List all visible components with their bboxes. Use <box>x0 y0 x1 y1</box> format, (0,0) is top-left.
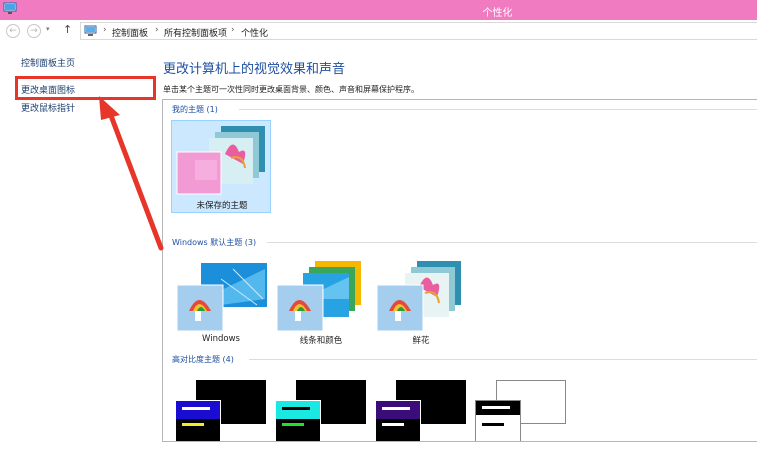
theme-high-contrast-white[interactable] <box>471 370 571 441</box>
windows-theme-preview <box>176 263 267 331</box>
link-control-panel-home[interactable]: 控制面板主页 <box>21 56 75 69</box>
page-description: 单击某个主题可一次性同时更改桌面背景、颜色、声音和屏幕保护程序。 <box>163 85 419 94</box>
theme-high-contrast-3[interactable] <box>371 370 471 441</box>
theme-windows-label: Windows <box>202 334 240 344</box>
group-divider <box>249 359 757 360</box>
hc2-window-preview <box>275 400 321 441</box>
annotation-highlight-box <box>15 76 156 100</box>
group-divider <box>239 109 757 110</box>
hc4-window-preview <box>475 400 521 441</box>
group-high-contrast-label: 高对比度主题 (4) <box>172 355 234 364</box>
theme-unsaved[interactable]: 未保存的主题 <box>171 120 271 213</box>
link-change-mouse-pointers[interactable]: 更改鼠标指针 <box>21 101 75 114</box>
title-bar: 个性化 <box>0 0 757 20</box>
theme-flowers[interactable]: 鲜花 <box>371 255 471 347</box>
theme-unsaved-label: 未保存的主题 <box>196 201 248 211</box>
forward-button[interactable]: → <box>27 24 41 38</box>
breadcrumb-personalization[interactable]: 个性化 <box>241 26 268 39</box>
flowers-theme-preview <box>376 261 461 331</box>
theme-high-contrast-1[interactable] <box>171 370 271 441</box>
theme-lines-and-colors[interactable]: 线条和颜色 <box>271 255 371 347</box>
breadcrumb-separator: › <box>155 25 159 35</box>
window-title: 个性化 <box>482 8 513 19</box>
group-my-themes-label: 我的主题 (1) <box>172 105 218 114</box>
theme-windows[interactable]: Windows <box>171 255 271 347</box>
group-divider <box>267 242 757 243</box>
page-title: 更改计算机上的视觉效果和声音 <box>163 62 346 77</box>
breadcrumb-separator: › <box>231 25 235 35</box>
hc3-window-preview <box>375 400 421 441</box>
unsaved-theme-preview <box>176 126 265 195</box>
hc1-window-preview <box>175 400 221 441</box>
back-button[interactable]: ← <box>6 24 20 38</box>
breadcrumb-control-panel[interactable]: 控制面板 <box>112 26 148 39</box>
group-windows-default-label: Windows 默认主题 (3) <box>172 238 257 247</box>
breadcrumb-separator: › <box>103 25 107 35</box>
recent-locations-dropdown[interactable]: ▾ <box>46 25 50 33</box>
theme-high-contrast-2[interactable] <box>271 370 371 441</box>
navigation-bar: ← → ▾ ↑ › 控制面板 › 所有控制面板项 › 个性化 <box>0 20 757 42</box>
control-panel-icon <box>84 25 97 36</box>
up-button[interactable]: ↑ <box>63 23 72 36</box>
breadcrumb-all-items[interactable]: 所有控制面板项 <box>164 26 227 39</box>
theme-lines-and-colors-label: 线条和颜色 <box>299 336 343 346</box>
lines-and-colors-preview <box>276 261 361 331</box>
address-bar[interactable]: › 控制面板 › 所有控制面板项 › 个性化 <box>80 22 757 40</box>
theme-list[interactable]: 我的主题 (1) 未保存的主题 Windows 默认主题 (3) Windows… <box>162 99 757 442</box>
theme-flowers-label: 鲜花 <box>412 336 430 346</box>
